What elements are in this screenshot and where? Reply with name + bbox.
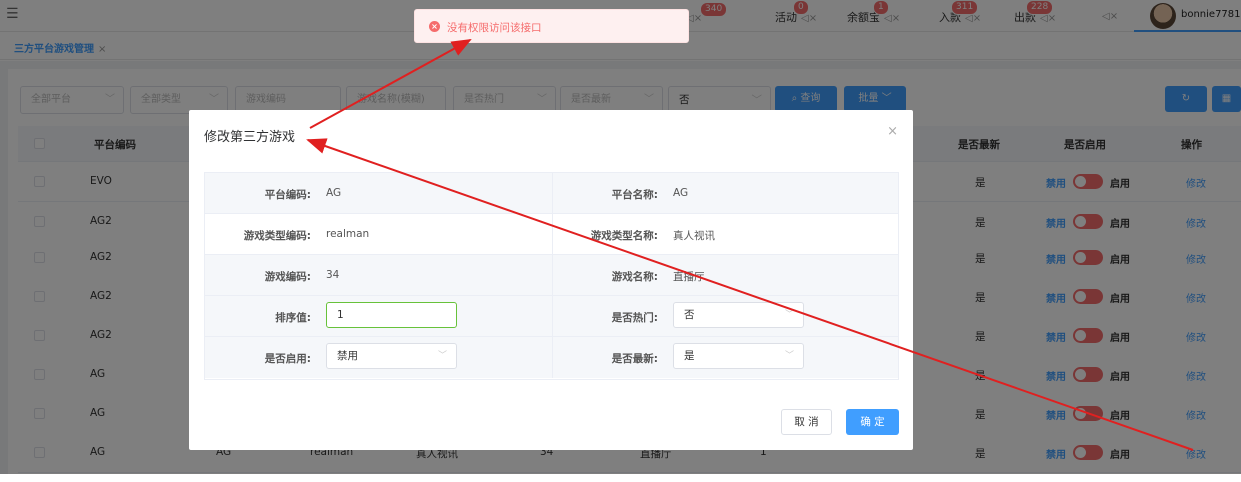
annotation-arrow-to-title xyxy=(306,138,1194,451)
annotation-arrows xyxy=(306,39,1194,451)
annotation-arrow-to-toast xyxy=(309,39,472,129)
